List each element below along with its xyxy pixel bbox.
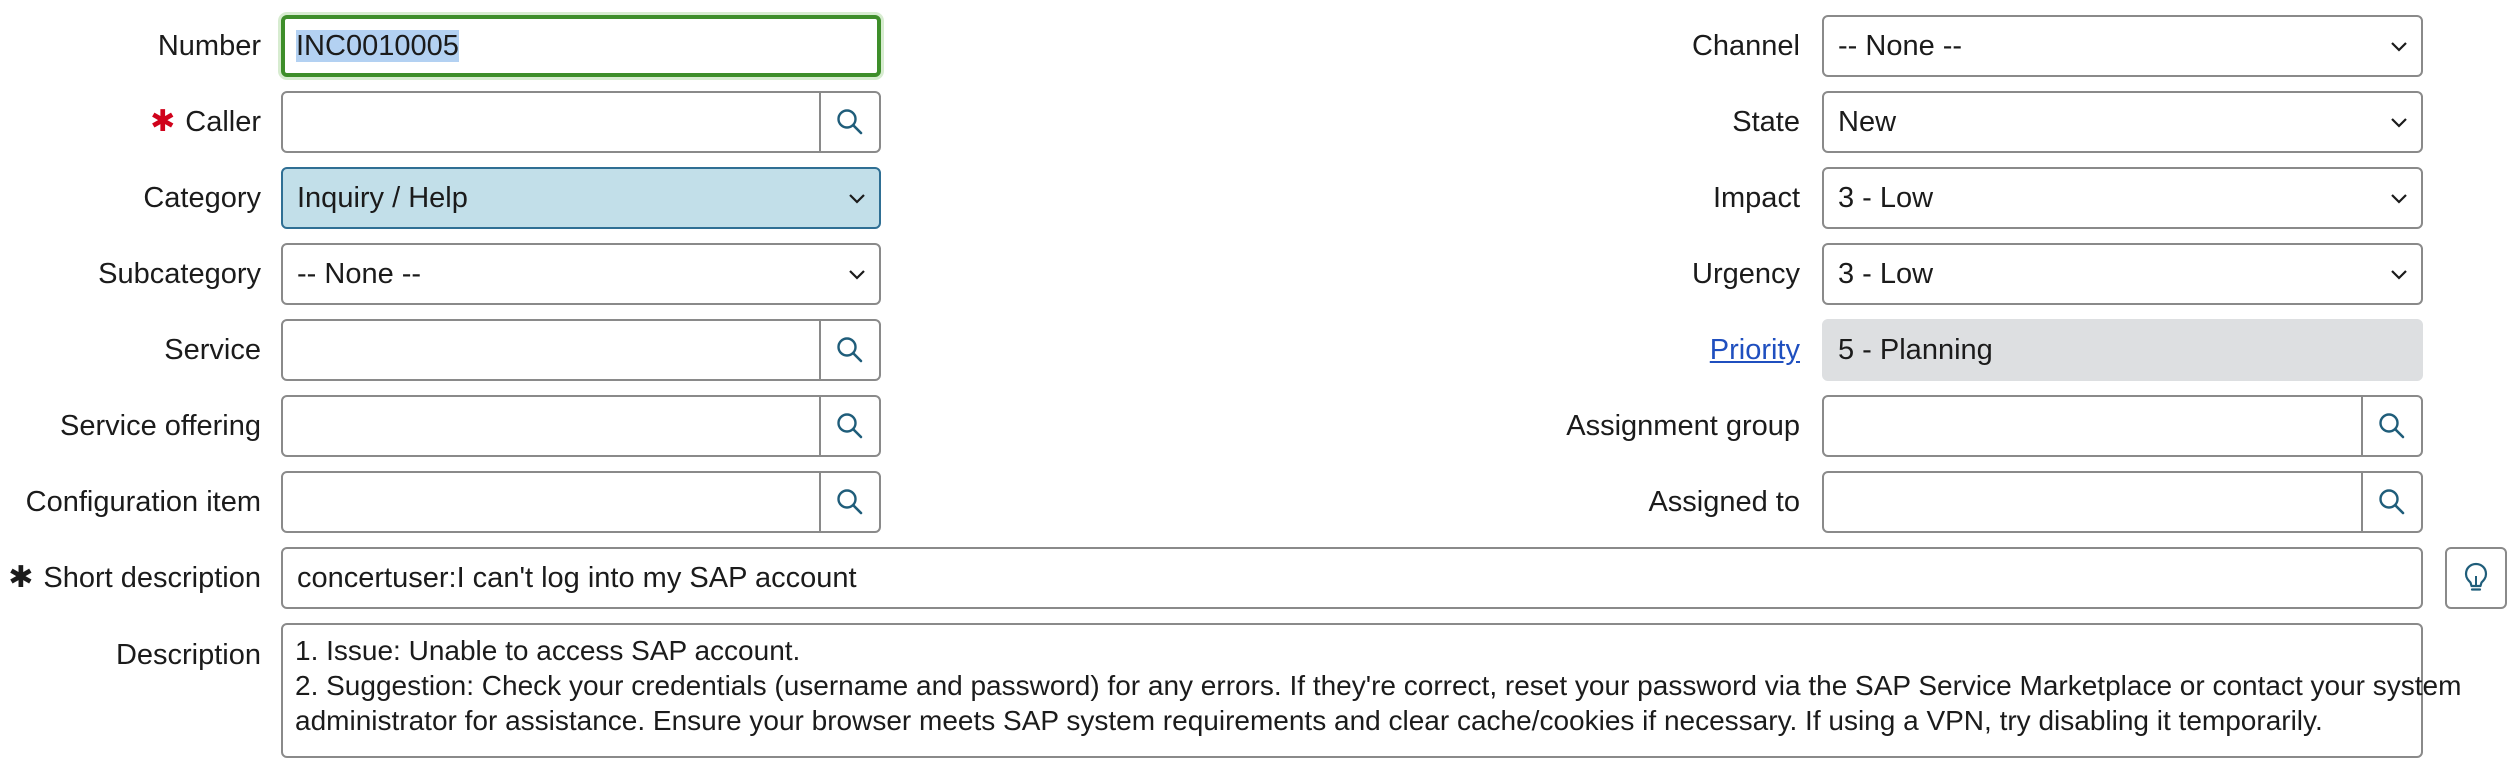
category-value: Inquiry / Help xyxy=(297,182,468,214)
channel-value: -- None -- xyxy=(1838,30,1963,62)
number-label: Number xyxy=(158,15,261,77)
service-label-text: Service xyxy=(164,334,261,366)
description-line: 2. Suggestion: Check your credentials (u… xyxy=(295,670,2462,701)
urgency-select[interactable]: 3 - Low xyxy=(1822,243,2423,305)
assignment-group-lookup-button[interactable] xyxy=(2361,397,2421,455)
description-textarea[interactable]: 1. Issue: Unable to access SAP account. … xyxy=(281,623,2462,758)
number-input[interactable]: INC0010005 xyxy=(281,15,881,77)
channel-label-text: Channel xyxy=(1691,30,1800,62)
required-indicator-icon: ✱ xyxy=(8,561,34,594)
impact-label: Impact xyxy=(1713,167,1800,229)
priority-field: 5 - Planning xyxy=(1822,319,2423,381)
number-label-text: Number xyxy=(157,30,261,62)
chevron-down-icon xyxy=(849,270,865,280)
caller-label-text: Caller xyxy=(185,106,261,138)
state-select[interactable]: New xyxy=(1822,91,2423,153)
category-label: Category xyxy=(143,167,261,229)
urgency-label-text: Urgency xyxy=(1692,258,1800,290)
assigned-to-field[interactable] xyxy=(1822,471,2423,533)
assigned-to-label: Assigned to xyxy=(1648,471,1800,533)
short-description-value: concertuser:I can't log into my SAP acco… xyxy=(297,562,857,594)
service-offering-lookup-button[interactable] xyxy=(819,397,879,455)
description-label: Description xyxy=(116,625,261,685)
service-field[interactable] xyxy=(281,319,881,381)
channel-label: Channel xyxy=(1692,15,1800,77)
caller-label: ✱ Caller xyxy=(150,91,261,153)
state-label: State xyxy=(1732,91,1800,153)
configuration-item-label: Configuration item xyxy=(26,471,261,533)
subcategory-select[interactable]: -- None -- xyxy=(281,243,881,305)
chevron-down-icon xyxy=(2391,270,2407,280)
configuration-item-lookup-button[interactable] xyxy=(819,473,879,531)
suggestion-button[interactable] xyxy=(2445,547,2507,609)
priority-label: Priority xyxy=(1710,319,1800,381)
subcategory-label: Subcategory xyxy=(98,243,261,305)
assignment-group-label-text: Assignment group xyxy=(1566,410,1800,442)
short-description-input[interactable]: concertuser:I can't log into my SAP acco… xyxy=(281,547,2423,609)
assignment-group-label: Assignment group xyxy=(1566,395,1800,457)
impact-select[interactable]: 3 - Low xyxy=(1822,167,2423,229)
lightbulb-icon xyxy=(2464,562,2488,591)
priority-link[interactable]: Priority xyxy=(1710,334,1800,366)
search-icon xyxy=(837,413,863,439)
impact-value: 3 - Low xyxy=(1838,182,1934,214)
priority-value: 5 - Planning xyxy=(1838,334,1993,366)
search-icon xyxy=(2379,413,2405,439)
chevron-down-icon xyxy=(2391,42,2407,52)
assigned-to-lookup-button[interactable] xyxy=(2361,473,2421,531)
short-description-label-text: Short description xyxy=(43,562,261,594)
impact-label-text: Impact xyxy=(1712,182,1800,214)
channel-select[interactable]: -- None -- xyxy=(1822,15,2423,77)
search-icon xyxy=(2379,489,2405,515)
category-select[interactable]: Inquiry / Help xyxy=(281,167,881,229)
configuration-item-label-text: Configuration item xyxy=(25,486,261,518)
search-icon xyxy=(837,489,863,515)
caller-lookup-button[interactable] xyxy=(819,93,879,151)
assignment-group-field[interactable] xyxy=(1822,395,2423,457)
chevron-down-icon xyxy=(2391,118,2407,128)
chevron-down-icon xyxy=(849,194,865,204)
service-offering-label-text: Service offering xyxy=(60,410,261,442)
number-value: INC0010005 xyxy=(296,19,459,73)
state-value: New xyxy=(1838,106,1897,138)
subcategory-label-text: Subcategory xyxy=(98,258,261,290)
required-indicator-icon: ✱ xyxy=(150,105,176,138)
description-label-text: Description xyxy=(115,639,261,671)
number-value-text: INC0010005 xyxy=(296,30,459,62)
service-label: Service xyxy=(164,319,261,381)
subcategory-value: -- None -- xyxy=(297,258,422,290)
chevron-down-icon xyxy=(2391,194,2407,204)
assigned-to-label-text: Assigned to xyxy=(1648,486,1800,518)
caller-field[interactable] xyxy=(281,91,881,153)
service-offering-field[interactable] xyxy=(281,395,881,457)
service-offering-label: Service offering xyxy=(60,395,261,457)
search-icon xyxy=(837,109,863,135)
configuration-item-field[interactable] xyxy=(281,471,881,533)
description-line: 1. Issue: Unable to access SAP account. xyxy=(295,635,801,666)
short-description-label: ✱ Short description xyxy=(8,547,261,609)
category-label-text: Category xyxy=(143,182,261,214)
description-line: administrator for assistance. Ensure you… xyxy=(295,705,2323,736)
search-icon xyxy=(837,337,863,363)
service-lookup-button[interactable] xyxy=(819,321,879,379)
urgency-label: Urgency xyxy=(1692,243,1800,305)
urgency-value: 3 - Low xyxy=(1838,258,1934,290)
state-label-text: State xyxy=(1732,106,1800,138)
